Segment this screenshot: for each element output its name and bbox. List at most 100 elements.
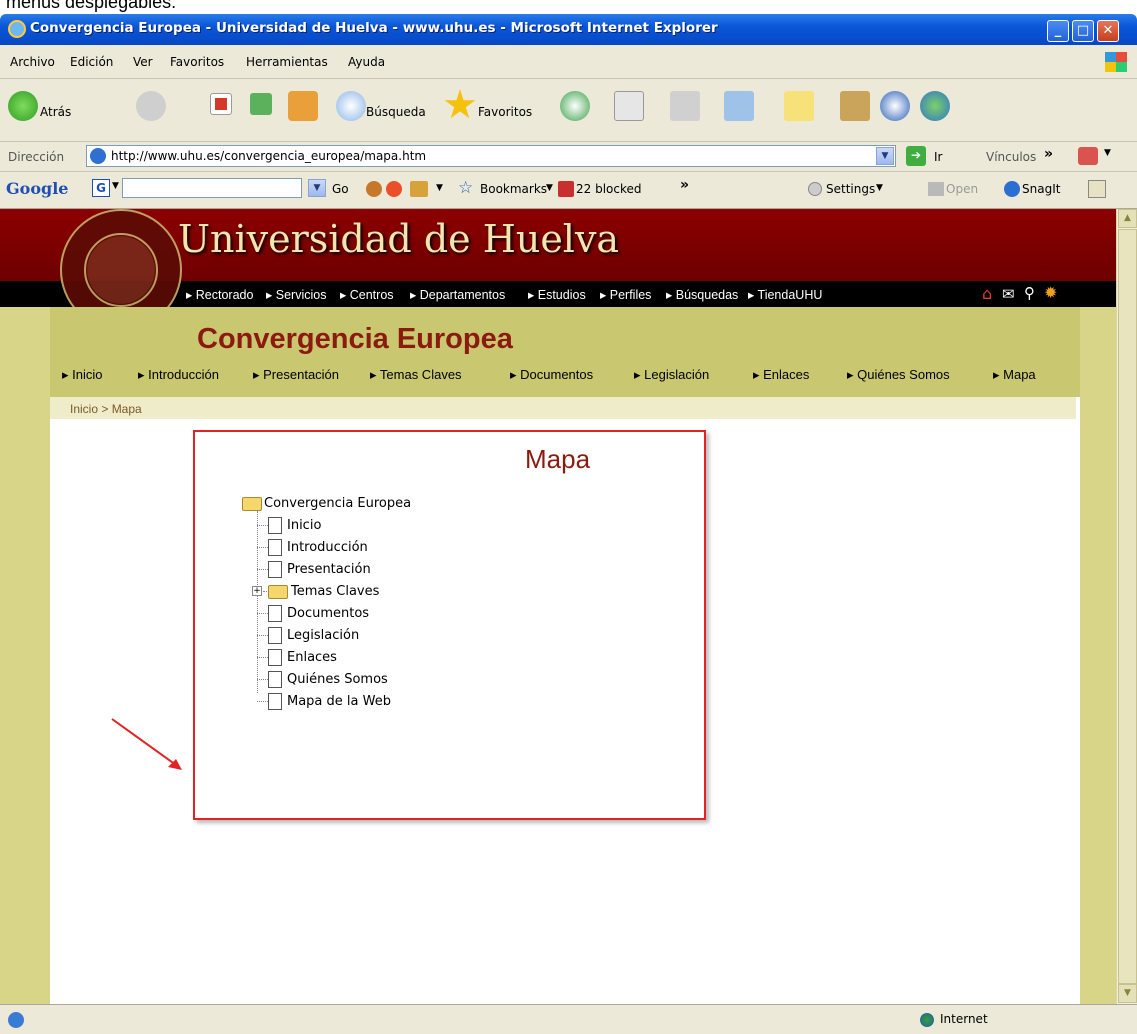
tree-item-label[interactable]: Mapa de la Web [287,694,391,709]
search-icon[interactable] [336,91,366,121]
breadcrumb-text[interactable]: Inicio > Mapa [70,402,142,416]
subnav-legislacion[interactable]: ▸ Legislación [634,367,709,383]
subnav-documentos[interactable]: ▸ Documentos [510,367,593,383]
popup-blocker-icon[interactable] [558,181,574,197]
google-g-icon[interactable]: G [92,179,110,197]
more-chevron-icon[interactable]: » [680,177,689,193]
search-icon[interactable]: ⚲ [1024,284,1035,302]
university-title[interactable]: Universidad de Huelva [178,217,619,261]
minimize-button[interactable]: _ [1047,20,1069,42]
tree-item-label[interactable]: Temas Claves [291,584,379,599]
bookmark-star-icon[interactable]: ☆ [458,178,473,198]
open-button: Open [946,182,979,196]
topnav-servicios[interactable]: ▸ Servicios [266,287,326,302]
topnav-estudios[interactable]: ▸ Estudios [528,287,586,302]
tree-item-label[interactable]: Documentos [287,606,369,621]
mail-icon[interactable]: ✉ [1002,285,1015,303]
media-icon[interactable] [880,91,910,121]
go-arrow-icon[interactable]: ➔ [906,146,926,166]
edit-icon[interactable] [724,91,754,121]
back-label[interactable]: Atrás [40,105,71,119]
settings-dropdown-icon[interactable]: ▼ [876,183,883,193]
google-search-dropdown-icon[interactable]: ▼ [308,179,326,197]
close-button[interactable]: ✕ [1097,20,1119,42]
print-icon[interactable] [670,91,700,121]
maximize-button[interactable]: □ [1072,20,1094,42]
tree-item-label[interactable]: Introducción [287,540,368,555]
topnav-centros[interactable]: ▸ Centros [340,287,394,302]
menu-archivo[interactable]: Archivo [10,55,55,69]
address-bar: Dirección http://www.uhu.es/convergencia… [0,142,1137,172]
addon-dropdown-icon[interactable]: ▼ [1104,148,1111,158]
messenger-icon[interactable] [920,91,950,121]
topnav-perfiles[interactable]: ▸ Perfiles [600,287,651,302]
topnav-rectorado[interactable]: ▸ Rectorado [186,287,253,302]
settings-icon[interactable] [808,182,822,196]
snagit-icon[interactable] [1004,181,1020,197]
address-label: Dirección [8,150,65,164]
subnav-mapa[interactable]: ▸ Mapa [993,367,1036,383]
menu-ayuda[interactable]: Ayuda [348,55,385,69]
tree-item-label[interactable]: Quiénes Somos [287,672,388,687]
tree-item-label[interactable]: Enlaces [287,650,337,665]
scroll-thumb[interactable] [1118,229,1137,984]
history-icon[interactable] [560,91,590,121]
subnav-inicio[interactable]: ▸ Inicio [62,367,103,383]
topnav-departamentos[interactable]: ▸ Departamentos [410,287,505,302]
subnav-quienes-somos[interactable]: ▸ Quiénes Somos [847,367,950,383]
stop-icon[interactable] [210,93,232,115]
document-icon [268,649,282,666]
note-icon[interactable] [784,91,814,121]
address-url[interactable]: http://www.uhu.es/convergencia_europea/m… [111,149,426,163]
favorites-label[interactable]: Favoritos [478,105,532,119]
address-dropdown-icon[interactable]: ▼ [876,147,894,165]
tree-item-label[interactable]: Presentación [287,562,371,577]
scroll-up-icon[interactable]: ▲ [1118,209,1137,228]
google-go-button[interactable]: Go [332,182,349,196]
go-label[interactable]: Ir [934,150,942,164]
tree-root-label[interactable]: Convergencia Europea [264,496,411,511]
spell-icon[interactable] [410,181,428,197]
search-label[interactable]: Búsqueda [366,105,426,119]
tree-item-label[interactable]: Inicio [287,518,321,533]
home-icon[interactable] [288,91,318,121]
chevron-right-icon[interactable]: » [1044,146,1053,162]
forward-icon[interactable] [136,91,166,121]
sun-icon[interactable]: ✹ [1044,283,1057,302]
menu-herramientas[interactable]: Herramientas [246,55,328,69]
subnav-enlaces[interactable]: ▸ Enlaces [753,367,809,383]
snagit-button[interactable]: SnagIt [1022,182,1060,196]
mail-icon[interactable] [614,91,644,121]
research-icon[interactable] [840,91,870,121]
highlight-icon[interactable] [386,181,402,197]
document-icon [268,605,282,622]
addon-icon[interactable] [1078,147,1098,165]
favorites-star-icon[interactable] [444,89,476,119]
bookmarks-button[interactable]: Bookmarks [480,182,547,196]
vertical-scrollbar[interactable]: ▲ ▼ [1116,209,1137,1004]
scroll-down-icon[interactable]: ▼ [1118,984,1137,1003]
google-dropdown-icon[interactable]: ▼ [112,181,119,191]
subnav-temas-claves[interactable]: ▸ Temas Claves [370,367,462,383]
options-dropdown-icon[interactable]: ▼ [436,183,443,193]
google-search-input[interactable] [122,178,302,198]
expand-plus-icon[interactable]: + [252,586,262,596]
topnav-tiendauhu[interactable]: ▸ TiendaUHU [748,287,822,302]
subnav-introduccion[interactable]: ▸ Introducción [138,367,219,383]
blocked-count[interactable]: 22 blocked [576,182,642,196]
back-icon[interactable] [8,91,38,121]
menu-ver[interactable]: Ver [133,55,153,69]
tree-item-label[interactable]: Legislación [287,628,359,643]
capture-icon[interactable] [1088,180,1106,198]
menu-edicion[interactable]: Edición [70,55,113,69]
bookmarks-dropdown-icon[interactable]: ▼ [546,183,553,193]
home-icon[interactable]: ⌂ [982,284,992,303]
links-label[interactable]: Vínculos [986,150,1036,164]
topnav-busquedas[interactable]: ▸ Búsquedas [666,287,738,302]
subnav-presentacion[interactable]: ▸ Presentación [253,367,339,383]
refresh-icon[interactable] [250,93,272,115]
pagerank-icon[interactable] [366,181,382,197]
address-input[interactable]: http://www.uhu.es/convergencia_europea/m… [86,145,896,167]
settings-button[interactable]: Settings [826,182,875,196]
menu-favoritos[interactable]: Favoritos [170,55,224,69]
